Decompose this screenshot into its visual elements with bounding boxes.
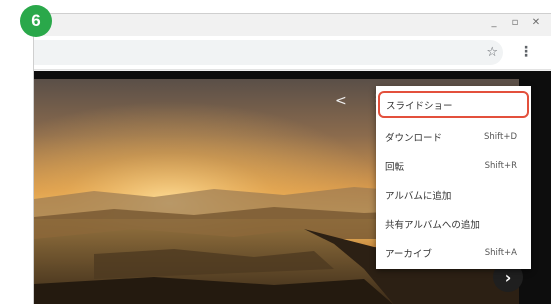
menu-item-label: ダウンロード — [385, 133, 443, 144]
bookmark-star-icon[interactable]: ☆ — [486, 45, 498, 60]
menu-item-shortcut: Shift+A — [484, 248, 517, 258]
menu-item-shortcut: Shift+D — [484, 132, 517, 142]
chevron-right-icon: › — [504, 267, 512, 287]
share-icon[interactable]: < — [335, 93, 347, 109]
context-menu: スライドショー ダウンロード Shift+D 回転 Shift+R アルバムに追… — [376, 86, 531, 269]
restore-icon[interactable]: ▫ — [510, 17, 520, 28]
minimize-icon[interactable]: _ — [489, 17, 499, 28]
browser-toolbar: ☆ ⋮ — [34, 36, 551, 70]
title-bar: _ ▫ ✕ — [34, 14, 551, 36]
step-number-badge: 6 — [20, 5, 52, 37]
close-icon[interactable]: ✕ — [531, 17, 541, 28]
menu-item-label: スライドショー — [386, 100, 453, 112]
menu-item-add-to-album[interactable]: アルバムに追加 — [376, 180, 531, 210]
browser-menu-icon[interactable]: ⋮ — [519, 44, 533, 60]
menu-item-add-to-shared-album[interactable]: 共有アルバムへの追加 — [376, 209, 531, 239]
menu-item-label: 回転 — [385, 162, 405, 173]
menu-item-rotate[interactable]: 回転 Shift+R — [376, 151, 531, 181]
menu-item-label: 共有アルバムへの追加 — [385, 220, 480, 231]
menu-item-archive[interactable]: アーカイブ Shift+A — [376, 238, 531, 268]
menu-item-slideshow[interactable]: スライドショー — [378, 91, 529, 118]
window-controls: _ ▫ ✕ — [489, 17, 541, 28]
menu-item-label: アーカイブ — [385, 249, 432, 260]
menu-item-download[interactable]: ダウンロード Shift+D — [376, 122, 531, 152]
menu-item-label: アルバムに追加 — [385, 191, 452, 202]
address-bar[interactable] — [34, 40, 503, 65]
menu-item-shortcut: Shift+R — [484, 161, 517, 171]
